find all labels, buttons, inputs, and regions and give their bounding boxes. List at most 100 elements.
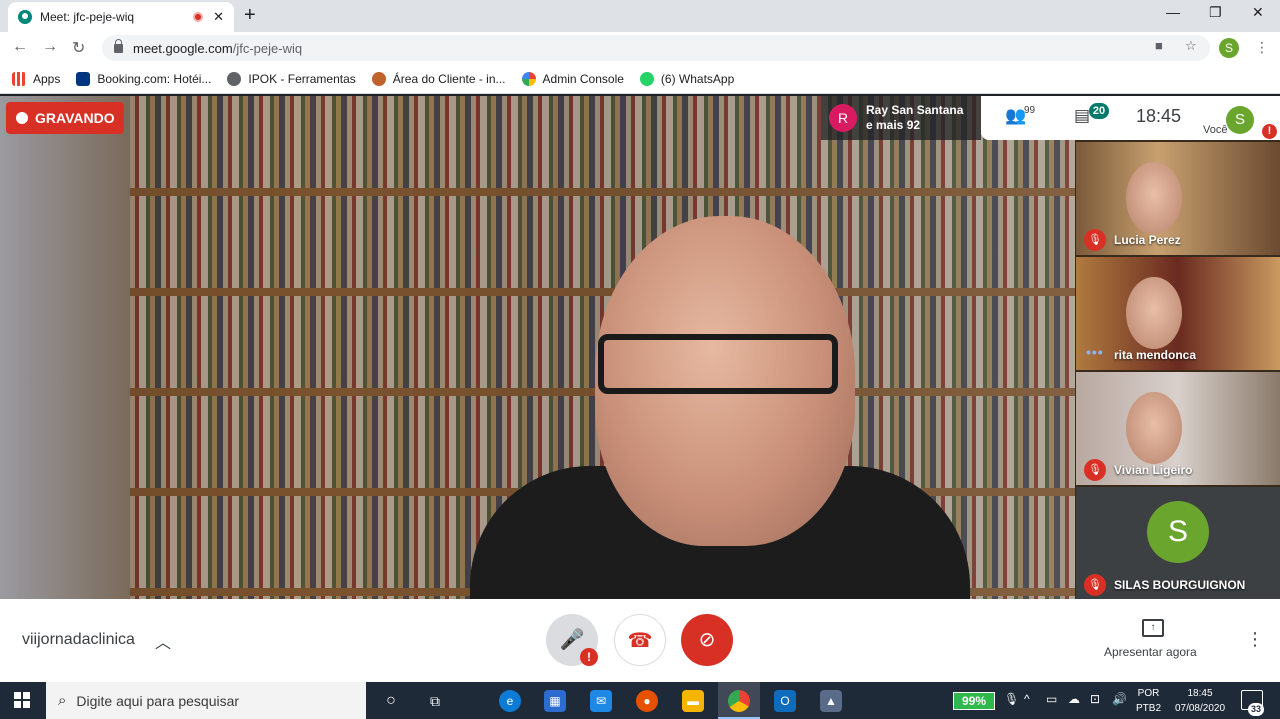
camera-off-button[interactable]: ⊘ <box>681 614 733 666</box>
google-g-icon <box>521 71 536 86</box>
main-speaker-video <box>0 96 1075 599</box>
participant-name: rita mendonca <box>1114 348 1197 362</box>
participant-face <box>1126 162 1182 234</box>
bookmark-booking[interactable]: Booking.com: Hotéi... <box>76 71 212 86</box>
edge-browser-icon[interactable]: e <box>499 690 521 712</box>
url-host: meet.google.com <box>133 40 233 56</box>
participant-tile[interactable]: 🎙 Vivian Ligeiro <box>1076 372 1280 485</box>
volume-icon[interactable]: 🔊 <box>1112 692 1127 706</box>
bookmark-label: (6) WhatsApp <box>660 71 735 86</box>
store-icon[interactable]: ▦ <box>544 690 566 712</box>
speaker-name: Ray San Santana <box>866 103 964 117</box>
back-arrow-icon[interactable]: ← <box>12 38 28 56</box>
more-options-icon[interactable]: ⋮ <box>1246 629 1264 650</box>
whatsapp-icon <box>639 71 654 86</box>
notification-count: 33 <box>1248 703 1265 716</box>
browser-toolbar: ← → ↻ meet.google.com /jfc-peje-wiq ■ ☆ … <box>0 32 1280 64</box>
chat-icon[interactable]: ▤ <box>1074 106 1090 126</box>
bookmark-label: Booking.com: Hotéi... <box>97 71 212 86</box>
meet-stage: GRAVANDO R Ray San Santana e mais 92 👥 9… <box>0 96 1280 599</box>
participant-tile[interactable]: ••• rita mendonca <box>1076 257 1280 370</box>
camera-blocked-icon[interactable]: ■ <box>1155 38 1163 53</box>
globe-icon <box>227 71 242 86</box>
participant-name: Vivian Ligeiro <box>1114 463 1193 477</box>
bookmark-star-icon[interactable]: ☆ <box>1185 38 1197 54</box>
present-screen-icon[interactable]: ↑ <box>1142 619 1164 637</box>
profile-avatar[interactable]: S <box>1219 38 1239 58</box>
system-clock[interactable]: 18:45 07/08/2020 <box>1170 686 1230 716</box>
network-icon[interactable]: ⊡ <box>1090 692 1100 706</box>
close-window-icon[interactable]: ✕ <box>1252 4 1264 21</box>
people-count: 99 <box>1024 105 1036 116</box>
outlook-icon[interactable]: O <box>774 690 796 712</box>
reload-icon[interactable]: ↻ <box>72 38 85 58</box>
participant-tile[interactable]: 🎙 Lucia Perez <box>1076 142 1280 255</box>
lang-code: POR <box>1137 688 1160 699</box>
participant-tile[interactable]: S 🎙 SILAS BOURGUIGNON <box>1076 487 1280 599</box>
battery-indicator[interactable]: 99% <box>953 692 995 710</box>
participant-tiles: 🎙 Lucia Perez ••• rita mendonca 🎙 Vivian… <box>1076 142 1280 599</box>
bookmark-apps[interactable]: Apps <box>12 71 60 86</box>
mic-off-icon: 🎙 <box>1084 229 1106 251</box>
search-placeholder: Digite aqui para pesquisar <box>76 692 240 709</box>
present-now-label[interactable]: Apresentar agora <box>1104 645 1197 659</box>
search-icon: ⌕ <box>58 692 67 709</box>
speaking-indicator-icon: ••• <box>1086 344 1104 360</box>
meeting-clock: 18:45 <box>1136 106 1182 126</box>
screen: Meet: jfc-peje-wiq ✕ + — ❐ ✕ ← → ↻ meet.… <box>0 0 1280 719</box>
lock-icon <box>114 38 123 53</box>
meeting-details-name[interactable]: viijornadaclinica <box>22 631 135 649</box>
file-explorer-icon[interactable]: ▬ <box>682 690 704 712</box>
bookmark-admin-console[interactable]: Admin Console <box>521 71 624 86</box>
task-view-icon[interactable]: ⧉ <box>424 690 446 712</box>
tab-title: Meet: jfc-peje-wiq <box>40 10 135 24</box>
participant-avatar: S <box>1147 501 1209 563</box>
apps-grid-icon <box>12 71 26 86</box>
bookmark-whatsapp[interactable]: (6) WhatsApp <box>639 71 735 86</box>
speaker-avatar: R <box>829 104 857 132</box>
bookmark-label: IPOK - Ferramentas <box>248 71 356 86</box>
minimize-window-icon[interactable]: — <box>1166 4 1180 20</box>
app-icon[interactable]: ● <box>636 690 658 712</box>
meet-controls-bar: viijornadaclinica ︿ 🎤 ! ☎ ⊘ ↑ Apresentar… <box>0 599 1280 682</box>
hang-up-button[interactable]: ☎ <box>614 614 666 666</box>
address-bar[interactable]: meet.google.com /jfc-peje-wiq <box>102 35 1210 61</box>
self-avatar[interactable]: S <box>1226 106 1254 134</box>
speaker-text: Ray San Santana e mais 92 <box>866 103 963 133</box>
app-icon[interactable]: ▲ <box>820 690 842 712</box>
input-language[interactable]: POR PTB2 <box>1136 686 1161 716</box>
chat-count-badge: 20 <box>1089 103 1109 119</box>
chrome-icon[interactable] <box>728 690 750 712</box>
self-alert-icon: ! <box>1262 124 1277 139</box>
people-icon[interactable]: 👥 <box>1005 106 1026 126</box>
chevron-up-icon[interactable]: ︿ <box>155 629 171 653</box>
chevron-up-icon[interactable]: ^ <box>1024 692 1030 706</box>
bookmark-ipok[interactable]: IPOK - Ferramentas <box>227 71 356 86</box>
speaker-glasses <box>598 334 838 394</box>
windows-start-icon[interactable] <box>14 692 30 708</box>
new-tab-button[interactable]: + <box>244 4 256 27</box>
battery-tray-icon[interactable]: ▭ <box>1046 692 1057 706</box>
recording-indicator-icon <box>193 12 204 22</box>
cortana-icon[interactable]: ○ <box>380 690 402 712</box>
taskbar-search-box[interactable]: ⌕ Digite aqui para pesquisar <box>46 682 366 719</box>
mail-icon[interactable]: ✉ <box>590 690 612 712</box>
active-speaker-chip[interactable]: R Ray San Santana e mais 92 <box>821 96 981 140</box>
keyboard-layout: PTB2 <box>1136 703 1162 714</box>
cloud-icon[interactable]: ☁ <box>1068 692 1080 706</box>
record-dot-icon <box>16 112 28 124</box>
mic-off-icon: 🎙 <box>1084 459 1106 481</box>
browser-tab-meet[interactable]: Meet: jfc-peje-wiq ✕ <box>8 2 234 32</box>
participant-name: SILAS BOURGUIGNON <box>1114 578 1246 592</box>
client-area-icon <box>371 71 386 86</box>
google-meet-favicon-icon <box>18 10 32 24</box>
close-tab-icon[interactable]: ✕ <box>213 9 224 25</box>
clock-time: 18:45 <box>1187 688 1213 699</box>
clock-date: 07/08/2020 <box>1174 703 1226 714</box>
forward-arrow-icon[interactable]: → <box>42 38 58 56</box>
recording-badge: GRAVANDO <box>6 102 124 134</box>
microphone-tray-icon[interactable]: 🎙 <box>1004 692 1019 706</box>
maximize-window-icon[interactable]: ❐ <box>1209 4 1222 21</box>
browser-menu-icon[interactable]: ⋮ <box>1255 39 1269 56</box>
bookmark-area-cliente[interactable]: Área do Cliente - in... <box>371 71 506 86</box>
